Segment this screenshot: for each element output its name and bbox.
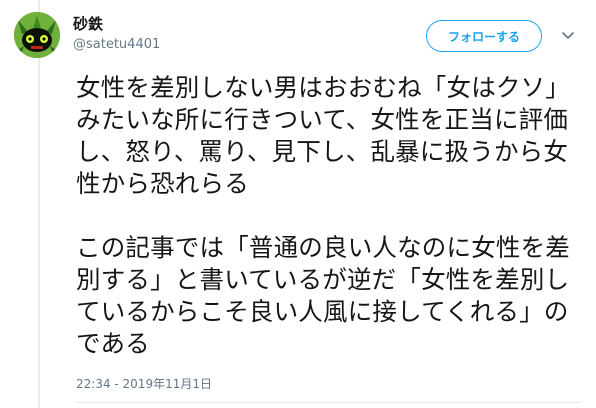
tweet-text: 女性を差別しない男はおおむね「女はクソ」みたいな所に行きついて、女性を正当に評価…	[76, 72, 581, 360]
avatar-icon	[14, 12, 60, 58]
thread-line	[38, 0, 40, 408]
chevron-down-icon[interactable]	[558, 28, 578, 44]
tweet-timestamp[interactable]: 22:34 - 2019年11月1日	[76, 376, 212, 392]
follow-button[interactable]: フォローする	[426, 20, 542, 52]
tweet-card: 砂鉄 @satetu4401 フォローする 女性を差別しない男はおおむね「女はク…	[0, 0, 596, 408]
divider	[76, 402, 581, 403]
follow-button-label: フォローする	[447, 29, 520, 44]
user-display-name[interactable]: 砂鉄	[73, 14, 103, 34]
user-handle[interactable]: @satetu4401	[73, 36, 160, 54]
avatar[interactable]	[14, 12, 60, 58]
tweet-paragraph: 女性を差別しない男はおおむね「女はクソ」みたいな所に行きついて、女性を正当に評価…	[76, 73, 570, 198]
tweet-paragraph: この記事では「普通の良い人なのに女性を差別する」と書いているが逆だ「女性を差別し…	[76, 233, 570, 358]
